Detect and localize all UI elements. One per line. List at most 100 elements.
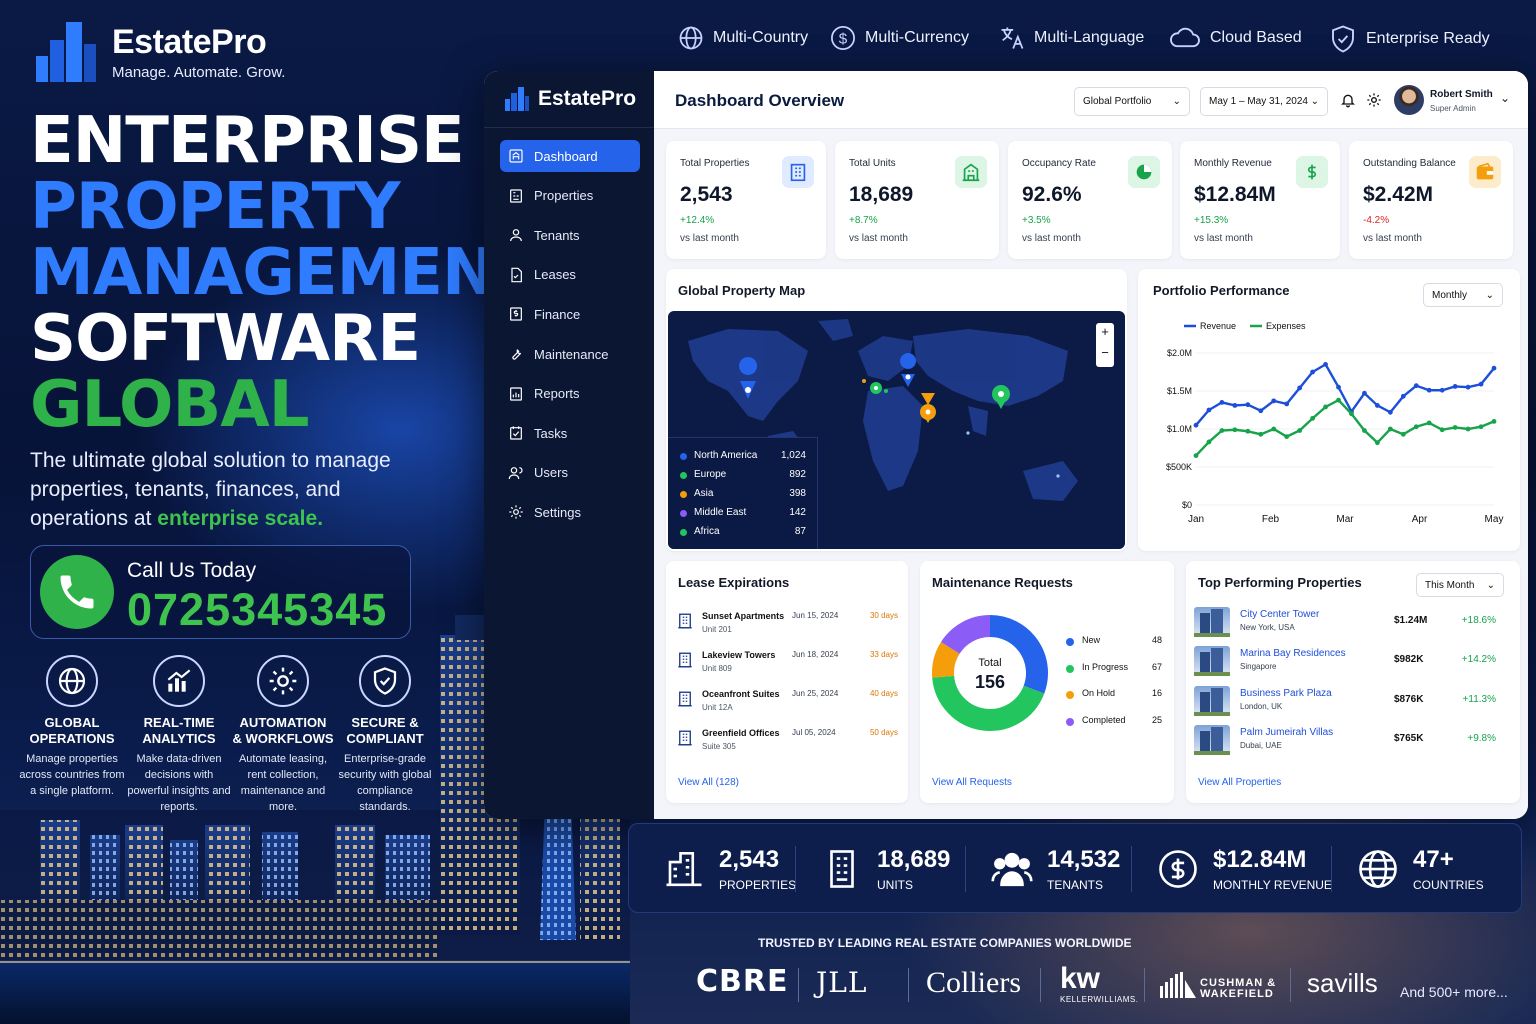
top-feature-cloud-based: Cloud Based: [1168, 24, 1302, 52]
stat-countries: 47+ COUNTRIES: [1357, 824, 1484, 914]
sidebar-item-label: Tasks: [534, 425, 568, 441]
lease-row[interactable]: Sunset Apartments Unit 201 Jun 15, 2024 30 …: [676, 611, 898, 647]
header-bar: Dashboard Overview Global Portfolio ⌄ May…: [654, 71, 1528, 129]
stat-divider: [965, 846, 966, 892]
avatar[interactable]: [1394, 85, 1424, 115]
sidebar-item-maintenance[interactable]: Maintenance: [500, 338, 640, 370]
lease-row[interactable]: Oceanfront Suites Unit 12A Jun 25, 2024 40 …: [676, 689, 898, 725]
card-title: Top Performing Properties: [1198, 575, 1362, 590]
region-name: Middle East: [694, 507, 747, 518]
data-point-expenses: [1465, 426, 1471, 432]
hero-headline: ENTERPRISE PROPERTY MANAGEMENT SOFTWARE …: [30, 108, 538, 438]
lease-row[interactable]: Greenfield Offices Suite 305 Jul 05, 2024 5…: [676, 728, 898, 764]
status-count: 48: [1151, 635, 1162, 645]
stat-label: TENANTS: [1047, 878, 1104, 892]
view-all-requests-link[interactable]: View All Requests: [932, 777, 1012, 788]
data-point-revenue: [1362, 390, 1367, 396]
globe-icon: [46, 655, 98, 707]
view-all-leases-link[interactable]: View All (128): [678, 777, 739, 788]
maintenance-item-completed[interactable]: Completed 25: [1066, 715, 1162, 729]
kpi-value: 92.6%: [1022, 183, 1082, 206]
sidebar-item-tasks[interactable]: Tasks: [500, 417, 640, 449]
kpi-card-total-properties[interactable]: Total Properties 2,543 +12.4% vs last month: [666, 141, 826, 259]
kpi-card-occupancy-rate[interactable]: Occupancy Rate 92.6% +3.5% vs last month: [1008, 141, 1172, 259]
zoom-out-button[interactable]: −: [1096, 345, 1114, 360]
kpi-value: 18,689: [849, 183, 914, 206]
stat-tenants: 14,532 TENANTS: [991, 824, 1120, 914]
sidebar-item-settings[interactable]: Settings: [500, 496, 640, 528]
lease-row[interactable]: Lakeview Towers Unit 809 Jun 18, 2024 33 da…: [676, 650, 898, 686]
y-tick-label: $0: [1182, 500, 1192, 510]
stat-value: $12.84M: [1213, 846, 1307, 873]
property-change: +14.2%: [1461, 654, 1496, 666]
property-location: New York, USA: [1240, 623, 1295, 632]
sidebar-logo[interactable]: EstatePro: [504, 87, 636, 111]
settings-gear-icon[interactable]: [1366, 92, 1382, 108]
property-row[interactable]: Marina Bay Residences Singapore $982K +14.2…: [1194, 646, 1496, 680]
main-content: Dashboard Overview Global Portfolio ⌄ May…: [654, 71, 1528, 819]
kpi-card-monthly-revenue[interactable]: Monthly Revenue $12.84M +15.3% vs last mont…: [1180, 141, 1340, 259]
zoom-in-button[interactable]: +: [1096, 324, 1114, 339]
sidebar-brand: EstatePro: [538, 87, 637, 110]
date-range-select[interactable]: May 1 – May 31, 2024 ⌄: [1200, 87, 1328, 116]
portfolio-select[interactable]: Global Portfolio ⌄: [1074, 87, 1190, 116]
lease-days-left: 30 days: [869, 611, 898, 620]
view-all-properties-link[interactable]: View All Properties: [1198, 777, 1281, 788]
brand-logo[interactable]: EstatePro Manage. Automate. Grow.: [34, 22, 285, 82]
region-name: Europe: [694, 469, 727, 480]
sidebar-item-label: Properties: [534, 188, 594, 204]
data-point-expenses: [1400, 431, 1406, 437]
maintenance-item-in-progress[interactable]: In Progress 67: [1066, 662, 1162, 676]
units-icon: [830, 850, 854, 888]
data-point-revenue: [1232, 403, 1238, 408]
lease-unit: Unit 809: [702, 664, 732, 673]
logo-wakefield: WAKEFIELD: [1200, 988, 1274, 1000]
sidebar-item-finance[interactable]: Finance: [500, 298, 640, 330]
feature-desc: Enterprise-grade security with global co…: [338, 753, 432, 813]
data-point-revenue: [1258, 408, 1264, 414]
data-point-expenses: [1374, 440, 1380, 446]
feature-desc: Automate leasing, rent collection, maint…: [238, 753, 328, 813]
stat-value: 2,543: [719, 846, 780, 873]
chevron-down-icon[interactable]: ⌄: [1500, 91, 1510, 105]
maintenance-item-on-hold[interactable]: On Hold 16: [1066, 688, 1162, 702]
sidebar-item-properties[interactable]: Properties: [500, 180, 640, 212]
feature-desc: Make data-driven decisions with powerful…: [127, 753, 231, 813]
data-point-expenses: [1426, 420, 1432, 426]
call-us-box[interactable]: Call Us Today 0725345345: [30, 545, 411, 639]
logo-kellerwilliams: KELLERWILLIAMS.: [1060, 995, 1139, 1004]
property-row[interactable]: City Center Tower New York, USA $1.24M +18.…: [1194, 607, 1496, 641]
legend-item-africa: Africa 87: [680, 526, 806, 540]
lease-unit: Unit 12A: [702, 703, 733, 712]
period-select[interactable]: Monthly ⌄: [1423, 283, 1503, 307]
sidebar: EstatePro Dashboard Properties Tenants Leas…: [484, 71, 654, 819]
sidebar-item-users[interactable]: Users: [500, 457, 640, 489]
svg-text:$: $: [839, 30, 848, 47]
bell-icon[interactable]: [1340, 92, 1356, 108]
card-title: Lease Expirations: [678, 575, 790, 590]
kpi-card-total-units[interactable]: Total Units 18,689 +8.7% vs last month: [835, 141, 999, 259]
sidebar-item-tenants[interactable]: Tenants: [500, 219, 640, 251]
globe-icon: [679, 26, 703, 50]
data-point-expenses: [1245, 428, 1251, 434]
trusted-by-title: TRUSTED BY LEADING REAL ESTATE COMPANIES…: [758, 936, 1132, 950]
phone-number[interactable]: 0725345345: [127, 584, 387, 636]
maintenance-item-new[interactable]: New 48: [1066, 635, 1162, 649]
building-logo-icon: [36, 22, 96, 82]
kpi-card-outstanding-balance[interactable]: Outstanding Balance $2.42M -4.2% vs last mo…: [1349, 141, 1513, 259]
leases-icon: [511, 267, 522, 283]
chevron-down-icon: ⌄: [1310, 96, 1319, 107]
cloud-icon: [1170, 27, 1200, 48]
status-label: On Hold: [1082, 688, 1116, 698]
kpi-value: $12.84M: [1194, 183, 1276, 206]
sidebar-item-reports[interactable]: Reports: [500, 378, 640, 410]
status-dot: [1066, 638, 1074, 646]
sidebar-item-leases[interactable]: Leases: [500, 259, 640, 291]
property-row[interactable]: Business Park Plaza London, UK $876K +11.3%: [1194, 685, 1496, 720]
building-icon: [782, 156, 814, 188]
top-feature-label: Multi-Language: [1034, 29, 1145, 46]
property-row[interactable]: Palm Jumeirah Villas Dubai, UAE $765K +9.8%: [1194, 724, 1496, 759]
world-map[interactable]: + − North America 1,024 Europe 892 Asia 398 Mi…: [668, 311, 1125, 549]
sidebar-item-dashboard[interactable]: Dashboard: [500, 140, 640, 172]
this-month-select[interactable]: This Month ⌄: [1416, 573, 1504, 597]
